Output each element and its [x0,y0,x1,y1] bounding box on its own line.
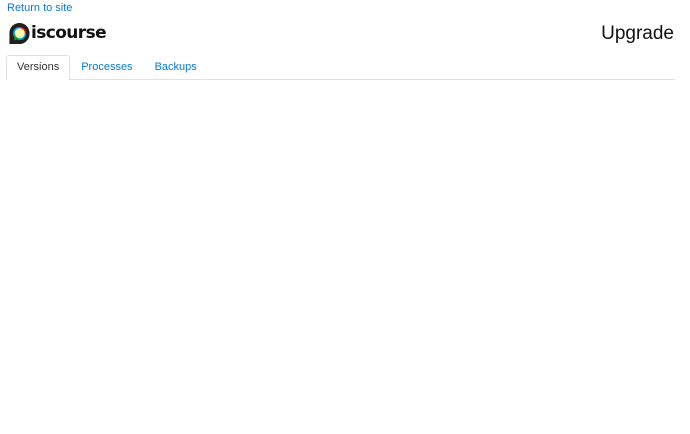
return-to-site-link[interactable]: Return to site [7,1,72,15]
logo-wordmark: iscourse [31,22,107,43]
tab-versions[interactable]: Versions [6,55,71,80]
discourse-logo-icon [9,22,30,44]
discourse-logo[interactable]: iscourse [8,21,107,45]
page-title: Upgrade [601,23,674,44]
tab-backups[interactable]: Backups [144,55,208,79]
tab-processes[interactable]: Processes [70,55,143,79]
admin-tabs: Versions Processes Backups [6,55,675,80]
